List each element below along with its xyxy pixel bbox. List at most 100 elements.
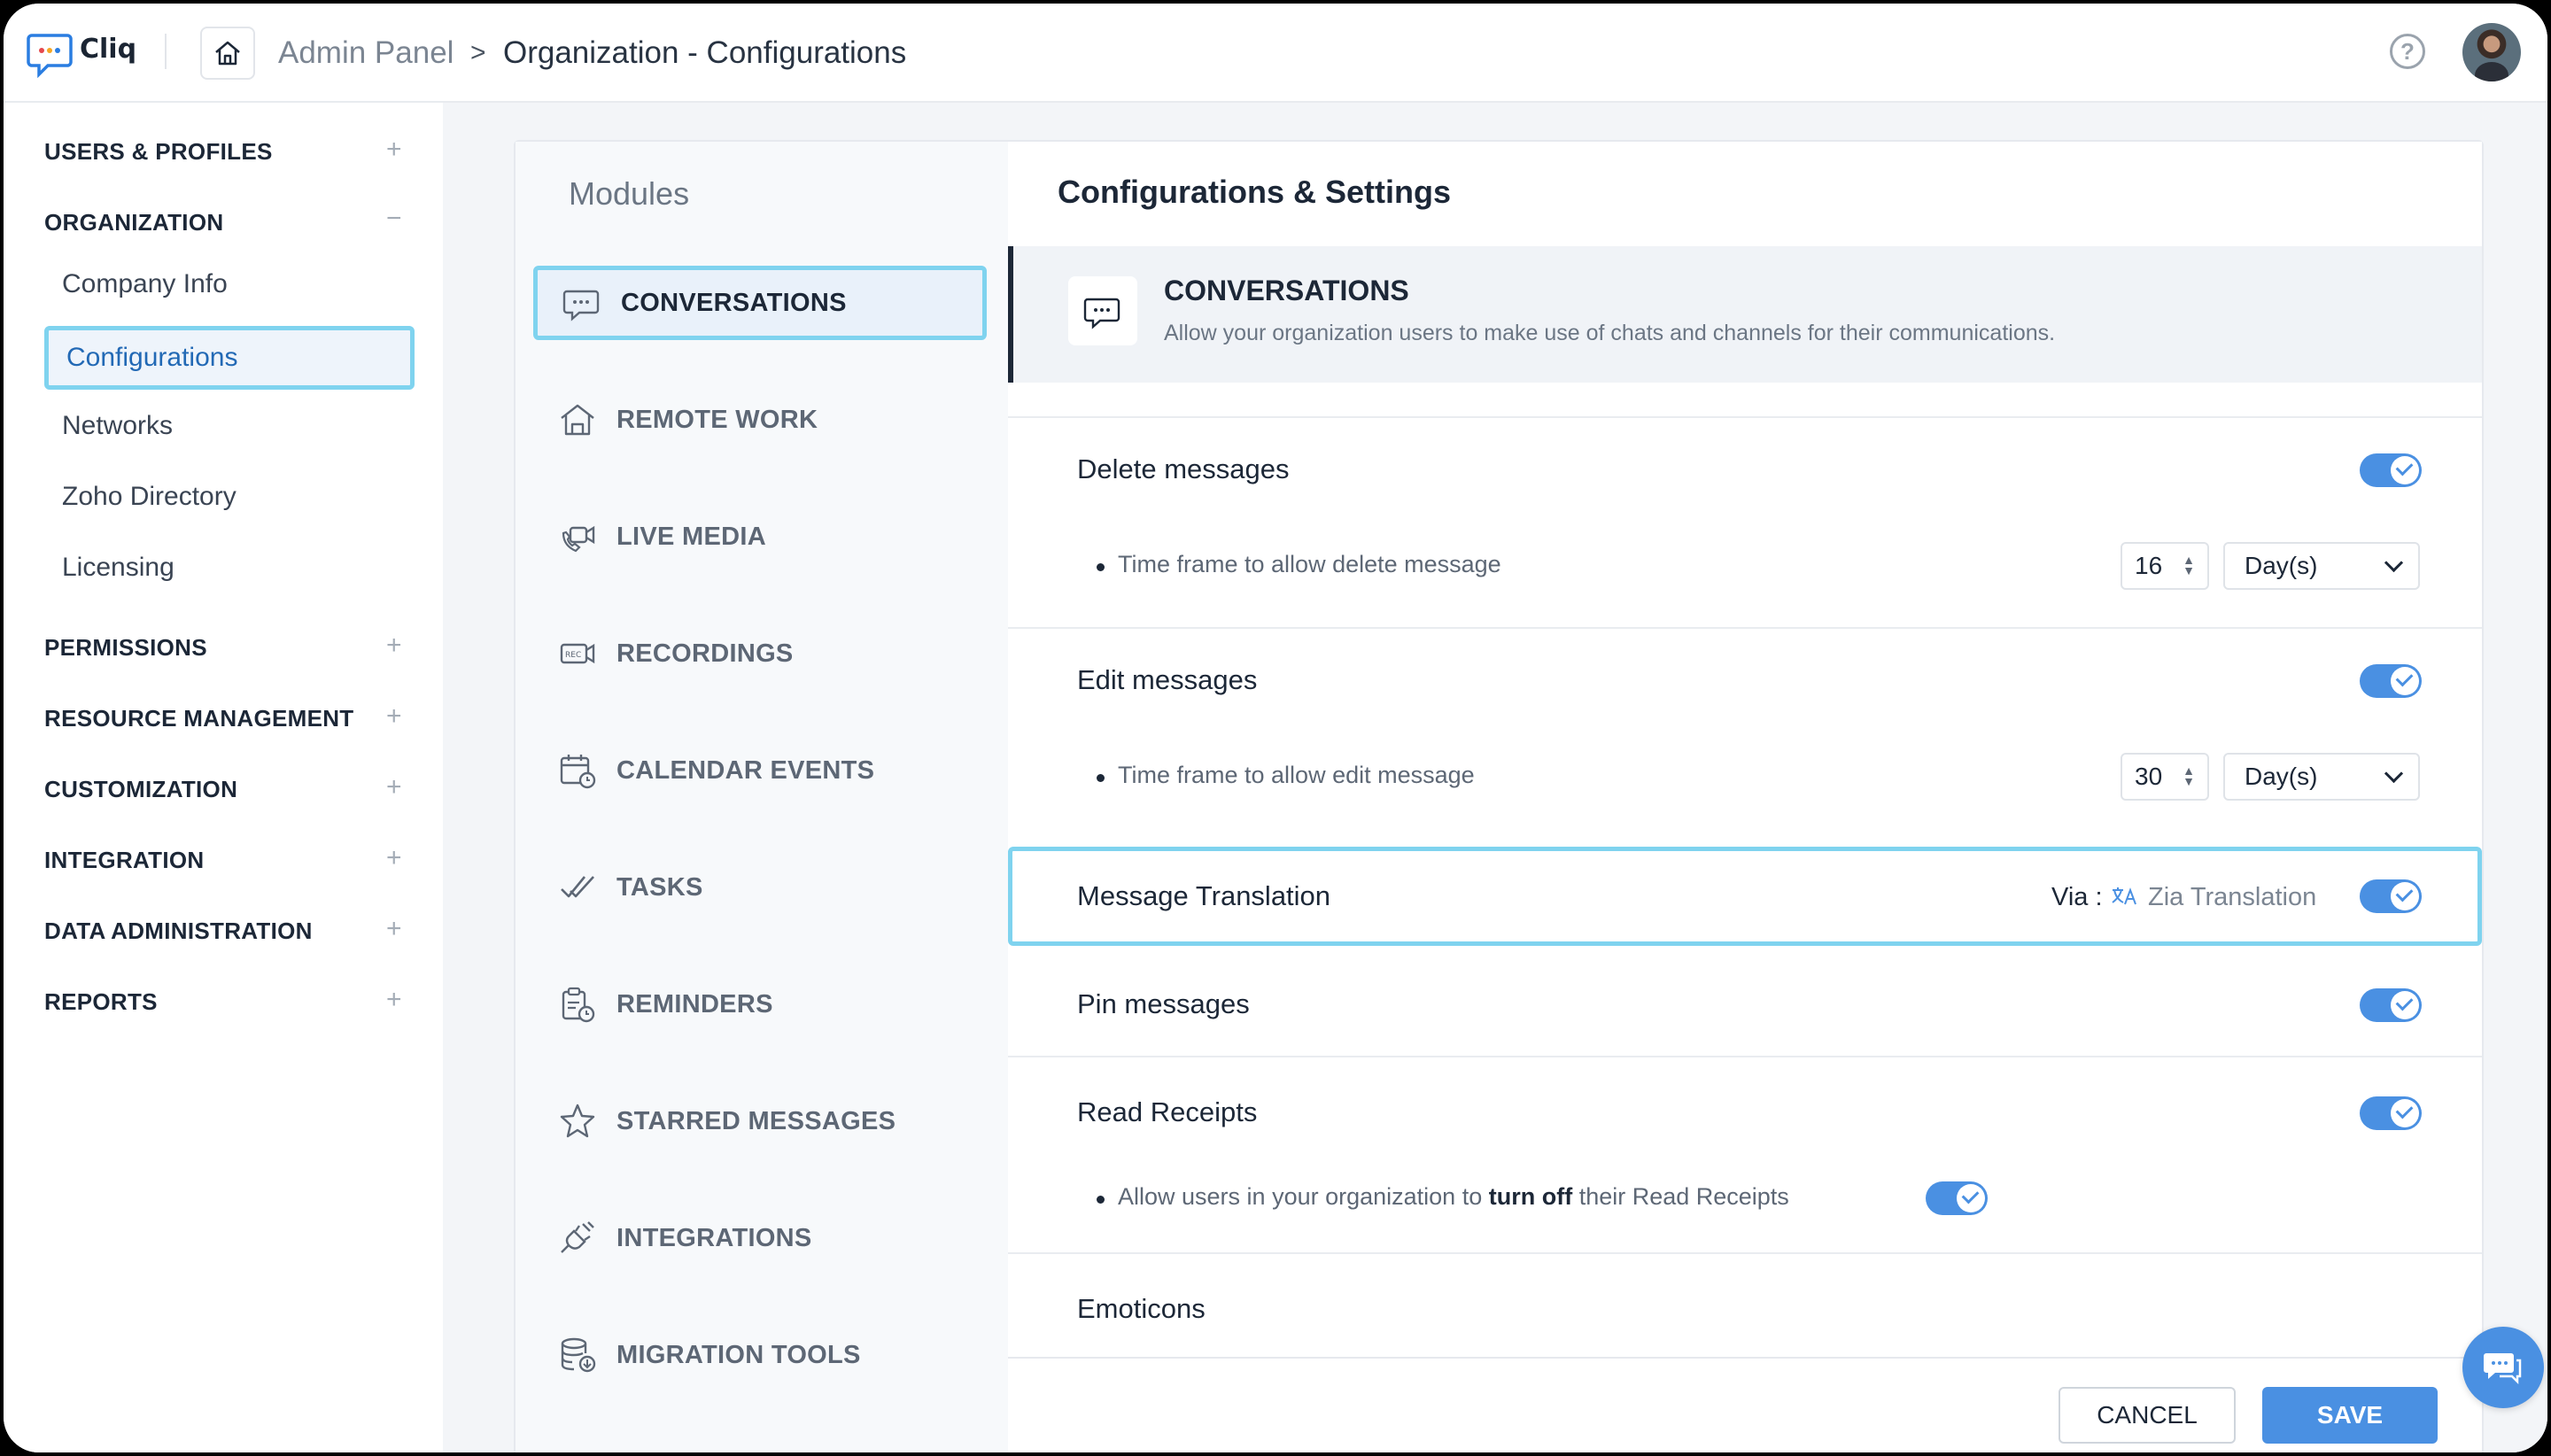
sidebar-item-licensing[interactable]: Licensing [62,553,174,583]
app-name: Cliq [80,33,137,65]
module-starred-messages[interactable]: STARRED MESSAGES [533,1084,987,1158]
sidebar-section-customization[interactable]: CUSTOMIZATION [44,776,237,803]
module-reminders[interactable]: REMINDERS [533,967,987,1042]
settings-area: Configurations & Settings CONVERSATIONS … [1008,142,2482,1452]
database-download-icon [561,1337,596,1373]
sidebar-section-reports[interactable]: REPORTS [44,988,158,1016]
breadcrumb-current: Organization - Configurations [503,35,907,70]
edit-messages-label: Edit messages [1077,664,1258,695]
save-button[interactable]: SAVE [2262,1387,2438,1444]
svg-text:REC: REC [565,651,581,660]
via-label: Via : [2051,883,2103,911]
module-label: LIVE MEDIA [616,522,766,551]
expand-icon[interactable]: + [386,987,402,1013]
cliq-logo[interactable]: Cliq [27,30,136,78]
chevron-down-icon [2384,553,2404,573]
sidebar-item-networks[interactable]: Networks [62,411,173,441]
check-icon [2395,993,2414,1011]
check-icon [2395,884,2414,902]
modules-list: Modules CONVERSATIONS REMOTE WORK LIVE M… [516,142,1010,1452]
divider [1008,1056,2482,1057]
rec-camera-icon: REC [560,643,595,664]
sidebar-item-configurations[interactable]: Configurations [44,326,415,390]
expand-icon[interactable]: + [386,703,402,730]
collapse-icon[interactable]: − [386,205,402,232]
read-receipts-sub-label: Allow users in your organization to turn… [1097,1183,1789,1210]
calendar-clock-icon [560,755,596,789]
emoticons-label: Emoticons [1077,1293,1206,1324]
breadcrumb-admin-panel[interactable]: Admin Panel [278,34,454,73]
module-integrations[interactable]: INTEGRATIONS [533,1201,987,1275]
message-translation-toggle[interactable] [2360,879,2422,913]
expand-icon[interactable]: + [386,916,402,942]
chat-bubble-icon [562,290,600,321]
house-icon [561,404,594,436]
sidebar-section-resource-management[interactable]: RESOURCE MANAGEMENT [44,705,354,732]
admin-sidebar: USERS & PROFILES + ORGANIZATION − Compan… [4,103,443,1452]
pin-messages-toggle[interactable] [2360,988,2422,1022]
configurations-panel: Modules CONVERSATIONS REMOTE WORK LIVE M… [514,140,2484,1452]
edit-unit-value: Day(s) [2245,763,2318,790]
module-conversations[interactable]: CONVERSATIONS [533,266,987,340]
top-bar: Cliq Admin Panel > Organization - Config… [4,4,2547,103]
delete-unit-value: Day(s) [2245,552,2318,579]
check-icon [2395,458,2414,476]
module-live-media[interactable]: LIVE MEDIA [533,500,987,574]
sidebar-section-permissions[interactable]: PERMISSIONS [44,634,207,662]
edit-timeframe-input[interactable]: 30 ▲ ▼ [2121,753,2209,801]
chat-support-button[interactable] [2462,1327,2544,1408]
pin-messages-label: Pin messages [1077,988,1250,1019]
read-receipts-turn-off-toggle[interactable] [1926,1181,1988,1215]
zia-translation-link[interactable]: Zia Translation [2148,883,2316,912]
translate-icon [2112,887,2136,905]
edit-messages-toggle[interactable] [2360,664,2422,698]
module-tasks[interactable]: TASKS [533,850,987,925]
module-label: REMINDERS [616,989,773,1018]
chat-bubble-logo-icon [27,34,73,78]
module-label: REMOTE WORK [616,405,818,434]
cancel-button[interactable]: CANCEL [2059,1387,2236,1444]
message-translation-label: Message Translation [1077,880,1331,911]
read-receipts-label: Read Receipts [1077,1096,1258,1127]
module-recordings[interactable]: REC RECORDINGS [533,616,987,691]
module-remote-work[interactable]: REMOTE WORK [533,383,987,457]
sidebar-section-organization[interactable]: ORGANIZATION [44,209,223,236]
check-icon [2395,669,2414,687]
expand-icon[interactable]: + [386,774,402,801]
module-label: TASKS [616,872,703,902]
user-avatar[interactable] [2462,23,2521,81]
delete-timeframe-unit-select[interactable]: Day(s) [2223,542,2420,590]
main-content: Modules CONVERSATIONS REMOTE WORK LIVE M… [443,103,2547,1452]
expand-icon[interactable]: + [386,632,402,659]
expand-icon[interactable]: + [386,845,402,871]
delete-timeframe-input[interactable]: 16 ▲ ▼ [2121,542,2209,590]
delete-messages-label: Delete messages [1077,453,1290,484]
delete-timeframe-value: 16 [2135,552,2163,579]
help-icon[interactable]: ? [2390,34,2425,69]
sidebar-section-users-profiles[interactable]: USERS & PROFILES [44,138,273,166]
module-label: RECORDINGS [616,639,794,668]
sidebar-item-company-info[interactable]: Company Info [62,269,228,299]
delete-timeframe-label: Time frame to allow delete message [1097,551,1501,577]
plug-icon [561,1221,594,1253]
expand-icon[interactable]: + [386,136,402,163]
stepper-icon[interactable]: ▲ ▼ [2183,554,2195,577]
edit-timeframe-unit-select[interactable]: Day(s) [2223,753,2420,801]
clipboard-clock-icon [562,987,595,1023]
module-calendar-events[interactable]: CALENDAR EVENTS [533,733,987,808]
module-label: CALENDAR EVENTS [616,755,875,785]
module-migration-tools[interactable]: MIGRATION TOOLS [533,1318,987,1392]
home-button[interactable] [200,27,255,80]
delete-messages-toggle[interactable] [2360,453,2422,487]
module-label: CONVERSATIONS [621,288,847,317]
stepper-icon[interactable]: ▲ ▼ [2183,764,2195,787]
check-icon [2395,1101,2414,1119]
section-title: CONVERSATIONS [1164,275,1409,306]
divider [1008,1252,2482,1254]
sidebar-item-zoho-directory[interactable]: Zoho Directory [62,482,236,512]
chevron-down-icon [2384,763,2404,784]
sidebar-section-data-administration[interactable]: DATA ADMINISTRATION [44,918,313,945]
chat-bubble-icon [1068,276,1137,345]
sidebar-section-integration[interactable]: INTEGRATION [44,847,204,874]
read-receipts-toggle[interactable] [2360,1096,2422,1130]
